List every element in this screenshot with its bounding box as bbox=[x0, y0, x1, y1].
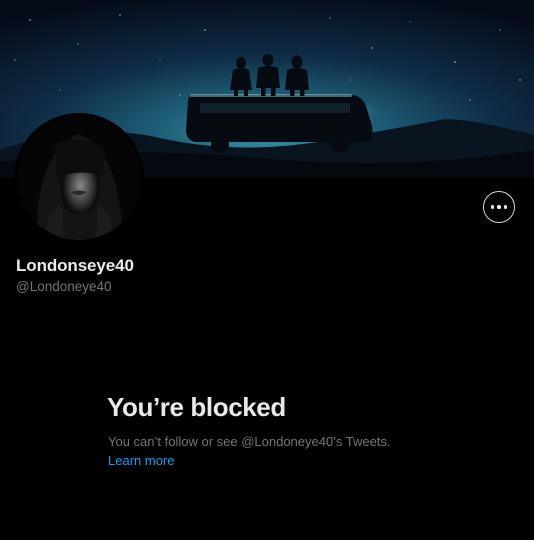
blocked-title: You’re blocked bbox=[107, 392, 286, 422]
more-horizontal-icon bbox=[490, 205, 508, 209]
profile-avatar[interactable] bbox=[14, 113, 144, 243]
learn-more-link[interactable]: Learn more bbox=[108, 453, 174, 468]
profile-page: Londonseye40 @Londoneye40 You’re blocked… bbox=[0, 0, 534, 540]
more-options-button[interactable] bbox=[483, 191, 515, 223]
blocked-message: You can’t follow or see @Londoneye40’s T… bbox=[108, 434, 391, 449]
profile-handle: @Londoneye40 bbox=[16, 279, 112, 294]
profile-display-name: Londonseye40 bbox=[16, 256, 134, 275]
